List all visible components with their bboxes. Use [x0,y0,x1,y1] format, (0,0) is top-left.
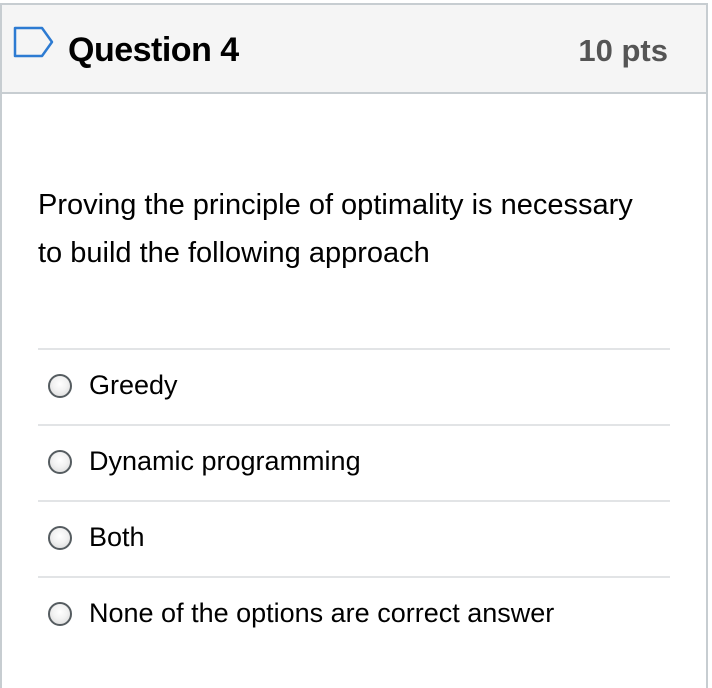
flag-icon[interactable] [12,25,56,59]
question-text: Proving the principle of optimality is n… [38,189,633,269]
question-points: 10 pts [578,33,668,68]
question-title: Question 4 [68,31,239,69]
answer-option[interactable]: Both [38,500,670,576]
answer-label[interactable]: Greedy [89,368,178,402]
answer-label[interactable]: Dynamic programming [89,444,361,478]
answer-list: Greedy Dynamic programming Both None of … [38,348,670,652]
question-card: Question 4 10 pts Proving the principle … [0,3,708,688]
answer-label[interactable]: Both [89,520,145,554]
question-header: Question 4 10 pts [2,5,706,94]
answer-label[interactable]: None of the options are correct answer [89,596,554,630]
answer-option[interactable]: None of the options are correct answer [38,576,670,652]
answer-option[interactable]: Greedy [38,348,670,424]
radio-button[interactable] [48,526,72,550]
radio-button[interactable] [48,602,72,626]
radio-button[interactable] [48,450,72,474]
answer-option[interactable]: Dynamic programming [38,424,670,500]
radio-button[interactable] [48,374,72,398]
